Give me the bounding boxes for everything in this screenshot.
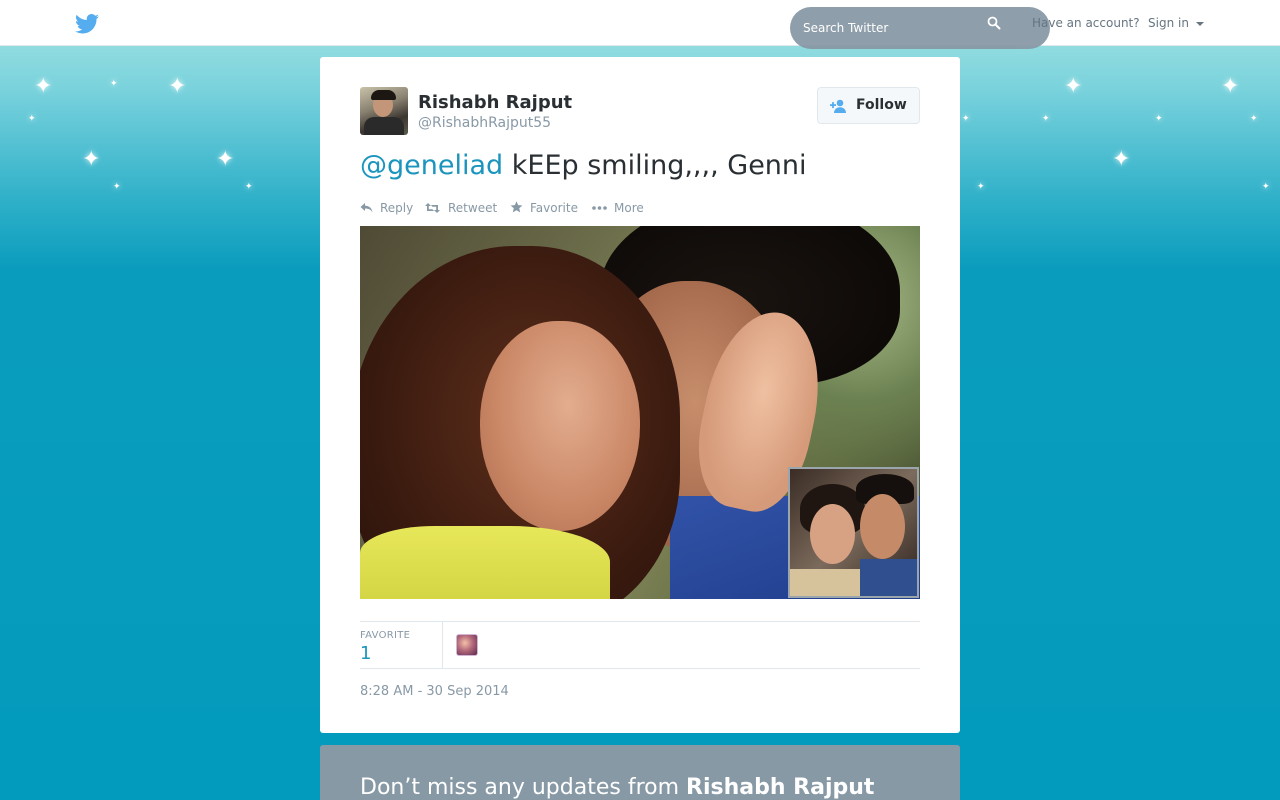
sparkle-icon: ✦: [1042, 114, 1050, 124]
reply-label: Reply: [380, 201, 414, 215]
inset-photo: [788, 467, 919, 598]
banner-author-name: Rishabh Rajput: [686, 775, 875, 800]
banner-text: Don’t miss any updates from Rishabh Rajp…: [360, 775, 874, 800]
favorite-count[interactable]: 1: [360, 643, 371, 664]
sparkle-icon: ✦: [1262, 182, 1270, 192]
search-icon[interactable]: [987, 16, 1001, 30]
sparkle-icon: ✦: [1064, 74, 1083, 99]
sign-in-link[interactable]: Sign in: [1148, 16, 1189, 30]
sparkle-icon: ✦: [168, 74, 187, 99]
sparkle-icon: ✦: [82, 147, 101, 172]
favoriter-avatar[interactable]: [456, 634, 478, 656]
author-username[interactable]: @RishabhRajput55: [418, 115, 551, 131]
reply-icon: [360, 203, 373, 213]
mention-link[interactable]: @geneliad: [360, 150, 503, 181]
ellipsis-icon: [592, 206, 607, 210]
chevron-down-icon[interactable]: [1196, 22, 1204, 26]
tweet-body: kEEp smiling,,,, Genni: [503, 150, 807, 181]
twitter-bird-icon[interactable]: [75, 13, 99, 35]
sparkle-icon: ✦: [113, 182, 121, 192]
sparkle-icon: ✦: [962, 114, 970, 124]
sparkle-icon: ✦: [34, 74, 53, 99]
star-icon: [510, 201, 523, 213]
stats-divider: [442, 622, 443, 668]
favorite-label: Favorite: [530, 201, 578, 215]
sparkle-icon: ✦: [1250, 114, 1258, 124]
tweet-photo[interactable]: [360, 226, 920, 599]
favorite-stat-label: FAVORITE: [360, 630, 411, 641]
author-fullname[interactable]: Rishabh Rajput: [418, 92, 572, 113]
follow-label: Follow: [856, 97, 907, 113]
have-account-text: Have an account?: [1032, 16, 1140, 30]
avatar[interactable]: [360, 87, 408, 135]
retweet-label: Retweet: [448, 201, 498, 215]
sparkle-icon: ✦: [1221, 74, 1240, 99]
more-label: More: [614, 201, 644, 215]
retweet-icon: [425, 203, 440, 213]
sparkle-icon: ✦: [28, 114, 36, 124]
sparkle-icon: ✦: [977, 182, 985, 192]
signup-banner: Don’t miss any updates from Rishabh Rajp…: [320, 745, 960, 800]
search-box[interactable]: [790, 7, 1050, 49]
tweet-card: Rishabh Rajput @RishabhRajput55 Follow @…: [320, 57, 960, 733]
sparkle-icon: ✦: [1155, 114, 1163, 124]
follow-button[interactable]: Follow: [817, 87, 920, 124]
tweet-timestamp: 8:28 AM - 30 Sep 2014: [360, 684, 509, 699]
top-navigation-bar: Have an account? Sign in: [0, 0, 1280, 49]
banner-prefix: Don’t miss any updates from: [360, 775, 687, 800]
search-input[interactable]: [790, 7, 1010, 49]
sparkle-icon: ✦: [1112, 147, 1131, 172]
sparkle-icon: ✦: [216, 147, 235, 172]
tweet-text: @geneliad kEEp smiling,,,, Genni: [360, 150, 807, 181]
person-add-icon: [830, 99, 846, 113]
tweet-stats: FAVORITE 1: [360, 621, 920, 669]
sparkle-icon: ✦: [245, 182, 253, 192]
sparkle-icon: ✦: [110, 79, 118, 89]
